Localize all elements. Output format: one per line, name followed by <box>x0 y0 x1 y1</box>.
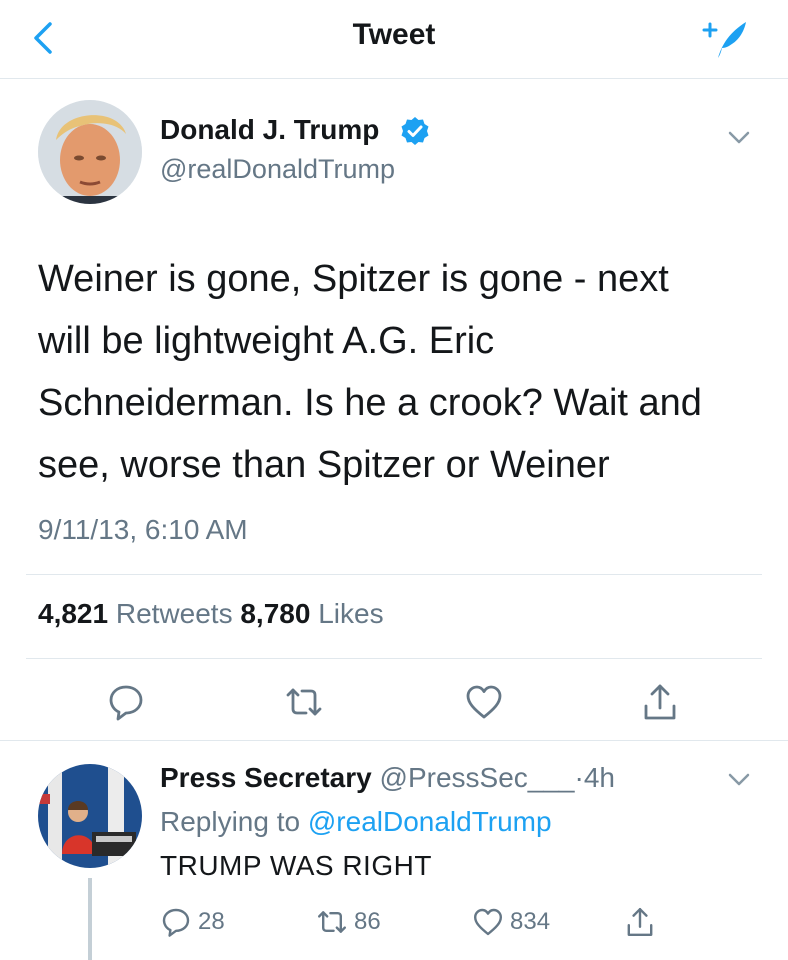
replying-to: Replying to @realDonaldTrump <box>160 806 552 838</box>
tweet-text-line: Schneiderman. Is he a crook? Wait and <box>38 382 702 424</box>
tweet-timestamp: 9/11/13, 6:10 AM <box>38 514 248 545</box>
engagement-stats: 4,821 Retweets 8,780 Likes <box>38 598 384 630</box>
retweet-icon[interactable] <box>284 682 324 722</box>
reply-reply-button[interactable]: 28 <box>160 904 225 940</box>
reply-count: 28 <box>198 908 225 935</box>
like-count[interactable]: 8,780 <box>240 598 310 629</box>
reply-like-button[interactable]: 834 <box>472 904 550 940</box>
thread-line <box>88 878 92 960</box>
tweet-text-line: see, worse than Spitzer or Weiner <box>38 444 610 486</box>
chevron-down-icon[interactable] <box>726 766 752 792</box>
like-icon[interactable] <box>464 682 504 722</box>
reply-age: 4h <box>583 762 615 793</box>
meta-separator: · <box>574 762 584 793</box>
author-handle[interactable]: @realDonaldTrump <box>160 154 395 185</box>
reply-text: TRUMP WAS RIGHT <box>160 850 432 881</box>
reply-retweet-button[interactable]: 86 <box>316 904 381 940</box>
page-title: Tweet <box>352 18 436 51</box>
tweet-text: Weiner is gone, Spitzer is gone - next w… <box>38 248 750 496</box>
replying-prefix: Replying to <box>160 806 301 837</box>
chevron-down-icon[interactable] <box>726 124 752 150</box>
reply-header: Press Secretary @PressSec___·4h <box>160 762 615 794</box>
tweet-text-line: will be lightweight A.G. Eric <box>38 320 495 362</box>
reply-icon <box>162 908 190 937</box>
author-avatar[interactable] <box>38 100 142 204</box>
share-icon <box>627 908 653 936</box>
reply-author-avatar[interactable] <box>38 764 142 868</box>
replying-mention-link[interactable]: @realDonaldTrump <box>308 806 552 837</box>
retweet-icon <box>318 911 346 933</box>
divider <box>26 574 762 575</box>
retweet-label[interactable]: Retweets <box>116 598 233 629</box>
reply-retweet-count: 86 <box>354 908 381 935</box>
reply-author-handle[interactable]: @PressSec___ <box>380 762 575 793</box>
like-icon <box>474 908 502 936</box>
like-label[interactable]: Likes <box>318 598 383 629</box>
retweet-count[interactable]: 4,821 <box>38 598 108 629</box>
divider <box>26 658 762 659</box>
divider <box>0 740 788 741</box>
compose-tweet-icon[interactable] <box>700 14 752 62</box>
reply-icon[interactable] <box>106 682 146 722</box>
verified-badge-icon <box>400 116 430 146</box>
tweet-text-line: Weiner is gone, Spitzer is gone - next <box>38 258 669 300</box>
share-icon[interactable] <box>640 682 680 722</box>
reply-author-name[interactable]: Press Secretary <box>160 762 372 793</box>
reply-share-button[interactable] <box>624 904 662 940</box>
reply-like-count: 834 <box>510 908 551 935</box>
author-name[interactable]: Donald J. Trump <box>160 114 379 146</box>
